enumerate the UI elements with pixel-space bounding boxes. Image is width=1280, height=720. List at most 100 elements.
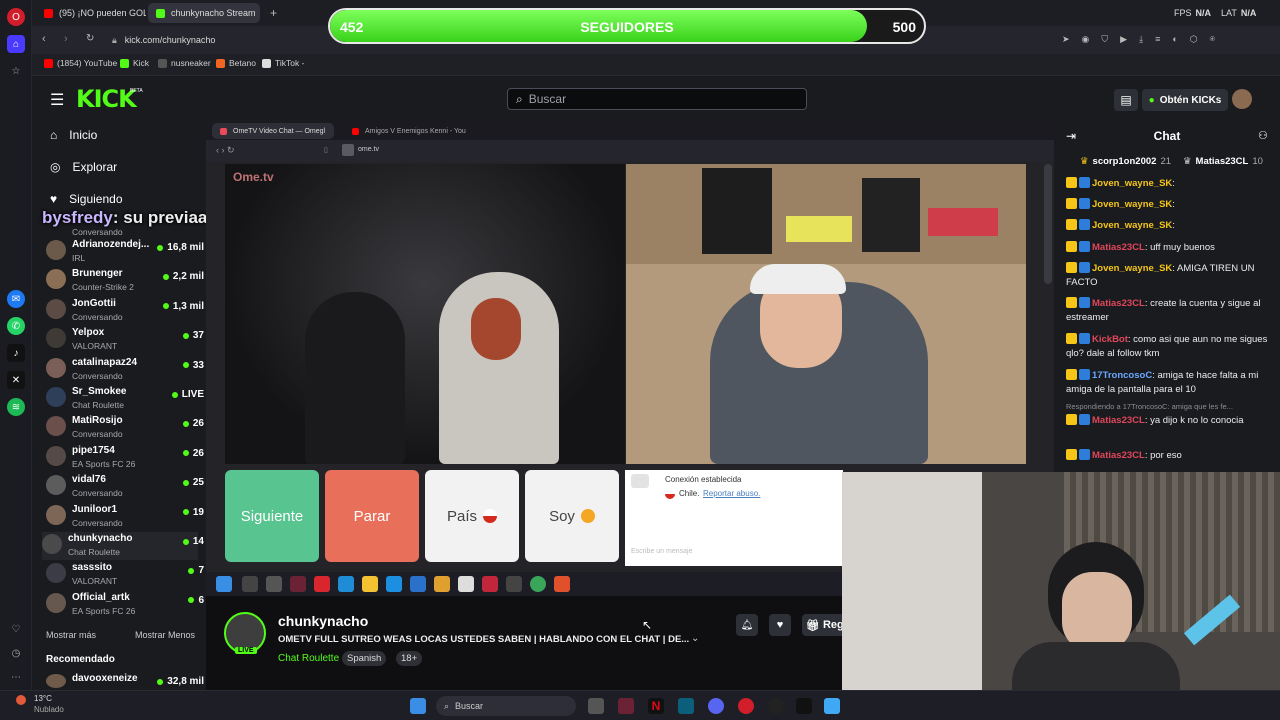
obs-icon[interactable] — [768, 698, 784, 714]
viewer-count: 6 — [198, 594, 204, 606]
app-icon[interactable] — [678, 698, 694, 714]
sidebar-channel[interactable]: Brunenger Counter-Strike 2 2,2 mil — [46, 267, 204, 295]
send-icon[interactable]: ➤ — [1062, 34, 1070, 45]
chat-username[interactable]: 17TroncosoC — [1092, 370, 1152, 381]
profile-icon[interactable]: ◐ — [1172, 34, 1177, 45]
live-dot — [157, 244, 164, 251]
nav-home[interactable]: ⌂ Inicio — [50, 128, 97, 142]
chat-username[interactable]: KickBot — [1092, 334, 1128, 345]
show-more-button[interactable]: Mostrar más — [46, 630, 96, 640]
bookmark-youtube[interactable]: (1854) YouTube — [44, 58, 117, 68]
sidebar-channel[interactable]: MatiRosijo Conversando 26 — [46, 414, 204, 442]
avatar — [46, 504, 66, 525]
nav-following[interactable]: ♥ Siguiendo — [50, 192, 123, 206]
sidebar-channel[interactable]: sasssito VALORANT 7 — [46, 561, 204, 589]
kick-logo[interactable]: KICK — [76, 85, 137, 113]
chat-username[interactable]: Joven_wayne_SK — [1092, 263, 1172, 274]
menu-icon[interactable]: ≡ — [1155, 34, 1160, 45]
more-icon[interactable]: ⋯ — [7, 668, 25, 686]
netflix-icon[interactable]: N — [648, 698, 664, 714]
next-button[interactable]: Siguiente — [225, 470, 319, 562]
chat-username[interactable]: Joven_wayne_SK — [1092, 220, 1172, 231]
sidebar-channel[interactable]: catalinapaz24 Conversando 33 — [46, 356, 204, 384]
tiktok-icon[interactable] — [796, 698, 812, 714]
sidebar-channel[interactable]: chunkynacho Chat Roulette 14 — [42, 532, 204, 560]
taskbar-search[interactable]: ⌕ Buscar — [436, 696, 576, 716]
windows-start-icon[interactable] — [410, 698, 426, 714]
tag-adult[interactable]: 18+ — [396, 651, 423, 666]
task-view-icon[interactable] — [588, 698, 604, 714]
sidebar-channel[interactable]: vidal76 Conversando 25 — [46, 473, 204, 501]
tiktok-icon[interactable]: ♪ — [7, 344, 25, 362]
bookmark-kick[interactable]: Kick — [120, 58, 149, 68]
search-input[interactable]: ⌕ Buscar — [507, 88, 807, 110]
back-icon[interactable]: ‹ — [42, 33, 46, 45]
extensions-icon[interactable]: ⬡ — [1190, 34, 1198, 45]
new-tab-icon[interactable]: + — [262, 3, 282, 23]
show-less-button[interactable]: Mostrar Menos — [135, 630, 195, 640]
bookmark-betano[interactable]: Betano — [216, 58, 256, 68]
stop-button[interactable]: Parar — [325, 470, 419, 562]
reload-icon[interactable]: ↻ — [86, 33, 94, 44]
bookmark-nusneaker[interactable]: nusneaker — [158, 58, 211, 68]
play-icon[interactable]: ▶ — [1120, 34, 1127, 45]
chat-username[interactable]: Matias23CL — [1092, 415, 1145, 426]
app-icon[interactable] — [824, 698, 840, 714]
gift-sub-button[interactable]: 🎁︎ Reg — [802, 614, 844, 636]
sidebar-channel[interactable]: pipe1754 EA Sports FC 26 26 — [46, 444, 204, 472]
chat-username[interactable]: Matias23CL — [1092, 242, 1145, 253]
home-icon[interactable]: ⌂ — [7, 35, 25, 53]
chat-username[interactable]: Joven_wayne_SK — [1092, 178, 1172, 189]
bookmark-tiktok[interactable]: TikTok - — [262, 58, 304, 68]
heart-icon[interactable]: ♡ — [7, 620, 25, 638]
sidebar-channel[interactable]: Sr_Smokee Chat Roulette LIVE — [46, 385, 204, 413]
tab-youtube[interactable]: (95) ¡NO pueden GOLPEA — [36, 3, 146, 23]
app-icon[interactable] — [618, 698, 634, 714]
chat-username[interactable]: Joven_wayne_SK — [1092, 199, 1172, 210]
bell-icon[interactable]: 🔔︎ — [736, 614, 758, 636]
bookmark-icon: ▯ — [324, 147, 328, 154]
users-icon[interactable]: ⚇ — [1258, 129, 1268, 142]
nav-explore[interactable]: ◎ Explorar — [50, 160, 117, 174]
follow-heart-icon[interactable]: ♥ — [769, 614, 791, 636]
camera-icon[interactable]: ◉ — [1082, 34, 1090, 45]
spotify-icon[interactable]: ≋ — [7, 398, 25, 416]
scrollbar[interactable] — [1044, 164, 1052, 284]
sidebar-channel[interactable]: Juniloor1 Conversando 19 — [46, 503, 204, 531]
sidebar-channel[interactable]: Adrianozendej... IRL 16,8 mil — [46, 238, 204, 266]
sidebar-channel[interactable]: JonGottii Conversando 1,3 mil — [46, 297, 204, 325]
top-gifters: ♛ scorp1on2002 21 ♛ Matias23CL 10 — [1080, 156, 1263, 167]
tag-spanish[interactable]: Spanish — [342, 651, 387, 666]
discord-icon[interactable] — [708, 698, 724, 714]
avatar[interactable] — [1232, 89, 1252, 109]
tab-kick[interactable]: chunkynacho Stream ✕ — [148, 3, 260, 23]
shield-icon[interactable]: ⛉ — [1101, 34, 1108, 45]
ai-icon[interactable]: ⍟ — [1210, 34, 1215, 45]
gender-button[interactable]: Soy — [525, 470, 619, 562]
forward-icon[interactable]: › — [64, 33, 68, 45]
chevron-down-icon[interactable]: ⌄ — [691, 633, 699, 644]
get-kicks-button[interactable]: ● Obtén KICKs — [1142, 89, 1228, 111]
library-icon[interactable]: ▤ — [1114, 89, 1138, 111]
download-icon[interactable]: ⤓ — [1139, 34, 1143, 45]
opera-logo-icon[interactable]: O — [7, 8, 25, 26]
hamburger-icon[interactable]: ☰ — [50, 90, 64, 110]
opera-icon[interactable] — [738, 698, 754, 714]
channel-category: VALORANT — [72, 341, 118, 352]
bookmark-label: TikTok - — [275, 58, 305, 68]
pin-icon[interactable]: ☆ — [7, 62, 25, 80]
channel-category: EA Sports FC 26 — [72, 458, 136, 469]
messenger-icon[interactable]: ✉ — [7, 290, 25, 308]
whatsapp-icon[interactable]: ✆ — [7, 317, 25, 335]
sidebar-channel[interactable]: Yelpox VALORANT 37 — [46, 326, 204, 354]
chat-username[interactable]: Matias23CL — [1092, 450, 1145, 461]
channel-name[interactable]: chunkynacho — [278, 613, 368, 629]
history-icon[interactable]: ◷ — [7, 644, 25, 662]
category-link[interactable]: Chat Roulette — [278, 653, 339, 664]
x-icon[interactable]: ✕ — [7, 371, 25, 389]
sidebar-channel[interactable]: Official_artk EA Sports FC 26 6 — [46, 591, 204, 619]
edge-icon — [338, 576, 354, 592]
chat-username[interactable]: Matias23CL — [1092, 298, 1145, 309]
channel-category: EA Sports FC 26 — [72, 605, 136, 616]
country-button[interactable]: País — [425, 470, 519, 562]
